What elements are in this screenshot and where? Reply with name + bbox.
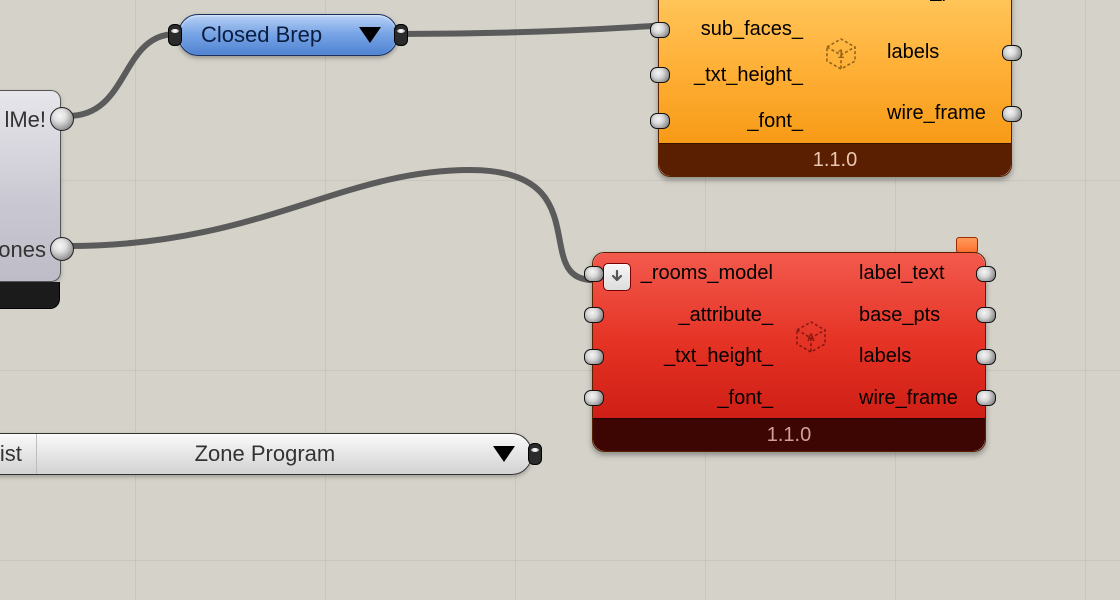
svg-text:1: 1 — [838, 47, 845, 61]
component-input-label: _txt_height_ — [659, 64, 809, 87]
panel-output-label: lMe! — [4, 107, 46, 133]
input-port[interactable] — [584, 390, 604, 406]
output-port[interactable] — [976, 349, 996, 365]
component-icon: A — [789, 314, 833, 358]
output-port[interactable] — [976, 390, 996, 406]
input-port[interactable] — [650, 22, 670, 38]
component-input-label: _rooms_model — [593, 262, 779, 285]
value-list-selected[interactable]: Zone Program — [37, 441, 493, 467]
panel-component[interactable]: lMe! ones — [0, 90, 61, 282]
component-version: 1.1.0 — [593, 418, 985, 451]
param-label: Closed Brep — [201, 22, 322, 48]
component-input-label: _font_ — [593, 387, 779, 410]
output-port[interactable] — [50, 107, 74, 131]
input-port[interactable] — [650, 67, 670, 83]
component-input-label: sub_faces_ — [659, 18, 809, 41]
input-grip[interactable] — [168, 24, 182, 46]
closed-brep-param[interactable]: Closed Brep — [178, 14, 398, 56]
panel-output-label: ones — [0, 237, 46, 263]
component-version: 1.1.0 — [659, 143, 1011, 176]
component-input-label: _txt_height_ — [593, 345, 779, 368]
panel-footer — [0, 282, 60, 309]
output-port[interactable] — [1002, 45, 1022, 61]
input-port[interactable] — [584, 349, 604, 365]
component-icon: 1 — [819, 31, 863, 75]
svg-text:A: A — [807, 332, 815, 344]
red-component[interactable]: 1.1.0 A _rooms_model _attribute_ _txt_he… — [592, 252, 986, 452]
component-input-label: _font_ — [659, 110, 809, 133]
component-output-label: labels — [881, 41, 1011, 64]
component-output-label: base_pts — [853, 304, 985, 327]
component-output-label: base_pts — [881, 0, 1011, 3]
input-port[interactable] — [650, 113, 670, 129]
grasshopper-canvas[interactable]: lMe! ones Closed Brep 1.1.0 1 _attribute… — [0, 0, 1120, 600]
output-grip[interactable] — [528, 443, 542, 465]
output-grip[interactable] — [394, 24, 408, 46]
value-list-name: uteList — [0, 434, 37, 474]
component-output-label: labels — [853, 345, 985, 368]
output-port[interactable] — [50, 237, 74, 261]
component-output-label: wire_frame — [881, 102, 1011, 125]
component-output-label: wire_frame — [853, 387, 985, 410]
output-port[interactable] — [976, 266, 996, 282]
component-input-label: _attribute_ — [593, 304, 779, 327]
component-output-label: label_text — [853, 262, 985, 285]
dropdown-icon[interactable] — [493, 446, 515, 462]
orange-component[interactable]: 1.1.0 1 _attribute_ sub_faces_ _txt_heig… — [658, 0, 1012, 177]
output-port[interactable] — [976, 307, 996, 323]
input-port[interactable] — [584, 266, 604, 282]
dropdown-icon[interactable] — [359, 27, 381, 43]
output-port[interactable] — [1002, 106, 1022, 122]
value-list-param[interactable]: uteList Zone Program — [0, 433, 532, 475]
input-port[interactable] — [584, 307, 604, 323]
